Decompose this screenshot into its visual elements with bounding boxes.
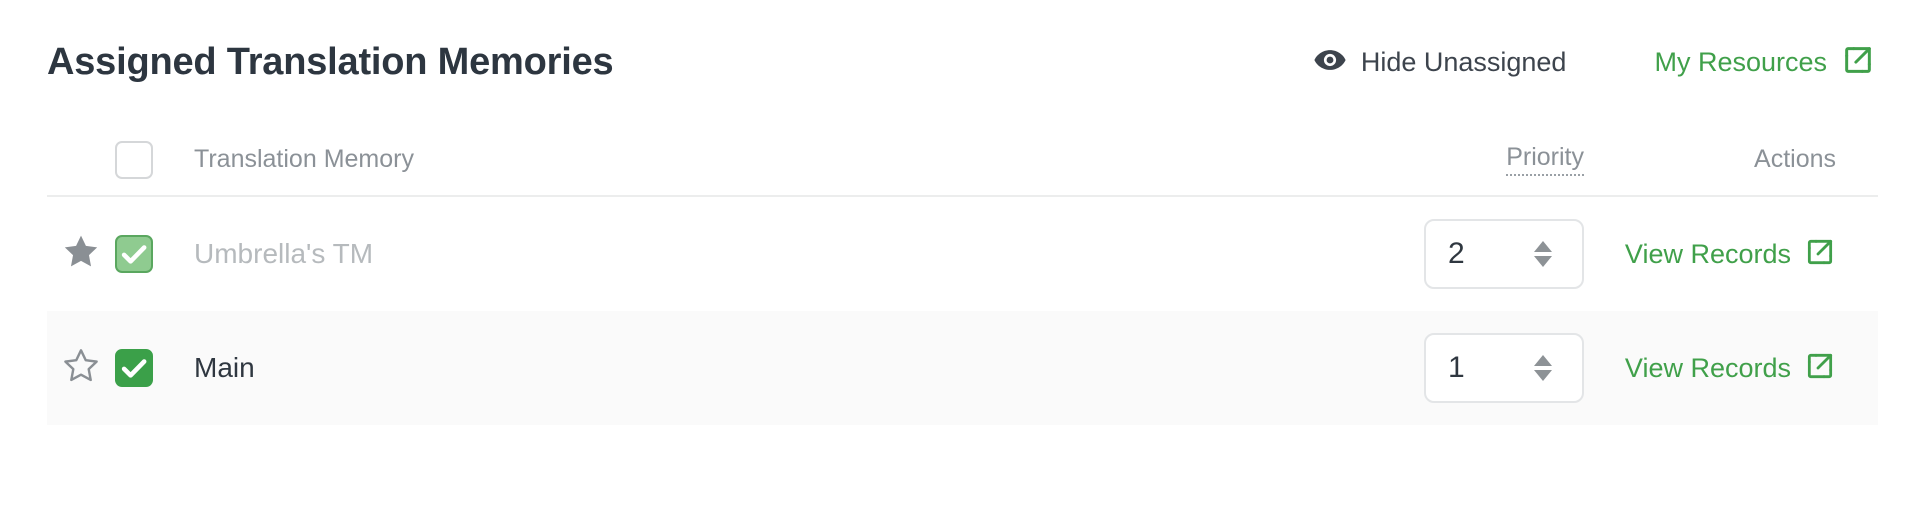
page-title: Assigned Translation Memories — [47, 40, 614, 83]
chevron-down-icon[interactable] — [1534, 256, 1552, 267]
row-cell-name: Umbrella's TM — [177, 238, 1288, 270]
my-resources-label: My Resources — [1654, 46, 1827, 77]
header-actions: Hide Unassigned My Resources — [1313, 43, 1877, 82]
external-link-icon — [1804, 350, 1836, 387]
column-header-translation-memory: Translation Memory — [194, 145, 414, 173]
my-resources-link[interactable]: My Resources — [1654, 43, 1875, 82]
external-link-icon — [1841, 43, 1875, 82]
stepper-arrows[interactable] — [1534, 355, 1564, 381]
hide-unassigned-label: Hide Unassigned — [1360, 46, 1567, 77]
chevron-down-icon[interactable] — [1534, 370, 1552, 381]
view-records-label: View Records — [1624, 352, 1791, 383]
row-cell-actions: View Records — [1588, 236, 1878, 273]
row-cell-select — [115, 235, 177, 273]
view-records-link[interactable]: View Records — [1625, 236, 1836, 273]
row-cell-priority: 1 — [1288, 333, 1588, 403]
table-row[interactable]: Umbrella's TM 2 View Records — [47, 197, 1878, 311]
select-all-checkbox[interactable] — [115, 140, 153, 179]
priority-stepper[interactable]: 2 — [1424, 219, 1584, 289]
external-link-icon — [1804, 236, 1836, 273]
hide-unassigned-toggle[interactable]: Hide Unassigned — [1313, 43, 1567, 82]
table-row[interactable]: Main 1 View Records — [47, 311, 1878, 425]
chevron-up-icon[interactable] — [1534, 355, 1552, 366]
translation-memory-name: Umbrella's TM — [194, 238, 374, 269]
priority-value[interactable]: 1 — [1448, 353, 1465, 383]
priority-value[interactable]: 2 — [1448, 239, 1465, 269]
row-cell-select — [115, 349, 177, 387]
column-header-priority[interactable]: Priority — [1506, 143, 1584, 176]
star-filled-icon[interactable] — [61, 232, 101, 277]
header-cell-name: Translation Memory — [177, 145, 1288, 174]
row-cell-favorite — [47, 232, 115, 277]
header-cell-actions: Actions — [1588, 145, 1878, 174]
row-cell-actions: View Records — [1588, 350, 1878, 387]
panel-header: Assigned Translation Memories Hide Unass… — [0, 0, 1924, 124]
view-records-label: View Records — [1624, 238, 1791, 269]
priority-stepper[interactable]: 1 — [1424, 333, 1584, 403]
view-records-link[interactable]: View Records — [1625, 350, 1836, 387]
row-checkbox[interactable] — [115, 349, 153, 387]
eye-icon — [1313, 43, 1347, 82]
star-outline-icon[interactable] — [61, 346, 101, 391]
row-cell-priority: 2 — [1288, 219, 1588, 289]
chevron-up-icon[interactable] — [1534, 241, 1552, 252]
translation-memories-table: Translation Memory Priority Actions Umbr… — [47, 124, 1878, 425]
assigned-translation-memories-panel: Assigned Translation Memories Hide Unass… — [0, 0, 1924, 519]
translation-memory-name: Main — [194, 352, 255, 383]
row-cell-name: Main — [177, 352, 1288, 384]
header-cell-priority: Priority — [1288, 143, 1588, 176]
table-header-row: Translation Memory Priority Actions — [47, 124, 1878, 197]
row-checkbox[interactable] — [115, 235, 153, 273]
header-cell-select-all — [115, 140, 177, 179]
stepper-arrows[interactable] — [1534, 241, 1564, 267]
row-cell-favorite — [47, 346, 115, 391]
column-header-actions: Actions — [1754, 145, 1836, 173]
